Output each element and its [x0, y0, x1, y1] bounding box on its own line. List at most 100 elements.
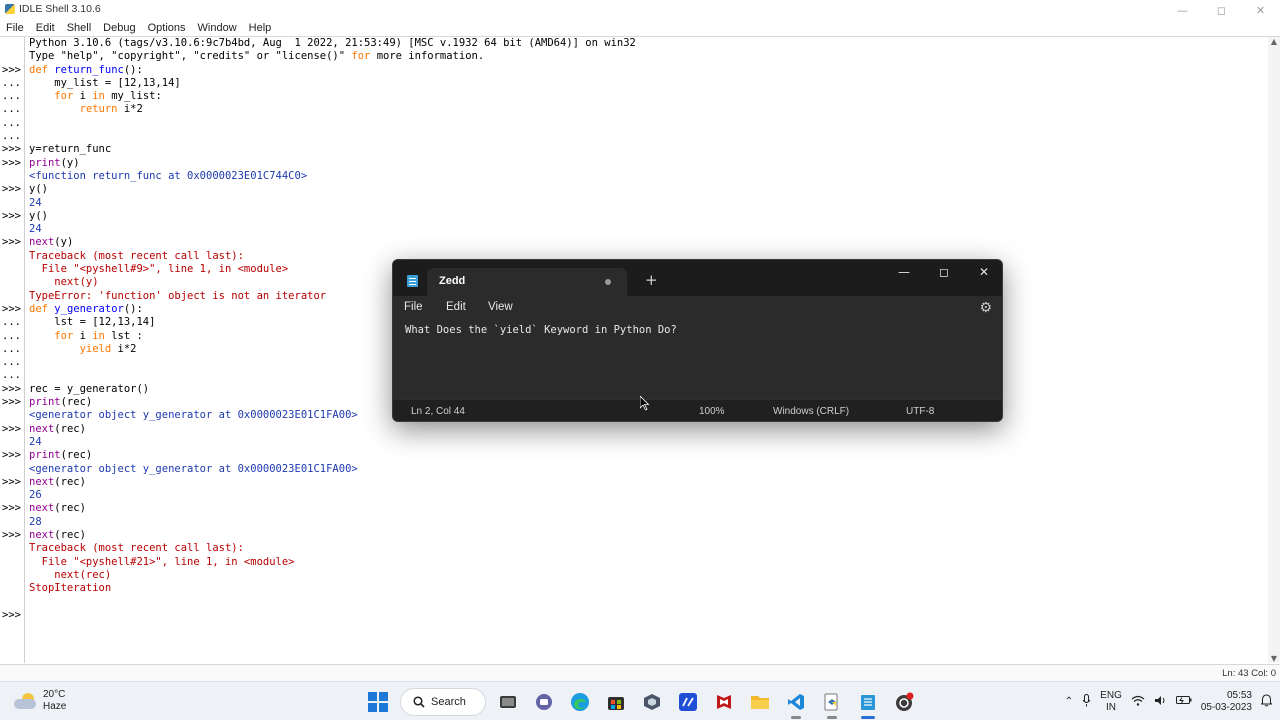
- maximize-icon[interactable]: ◻: [1202, 0, 1241, 20]
- unsaved-dot-icon[interactable]: [605, 279, 611, 285]
- idle-status-bar: Ln: 43 Col: 0: [0, 664, 1280, 681]
- shell-line-text: next(rec): [29, 528, 86, 541]
- shell-line-text: <generator object y_generator at 0x00000…: [29, 409, 358, 422]
- code-editor-icon[interactable]: [674, 688, 702, 716]
- notepad-content[interactable]: What Does the `yield` Keyword in Python …: [405, 324, 677, 336]
- menu-debug[interactable]: Debug: [97, 20, 141, 36]
- shell-prompt: >>>: [2, 382, 21, 395]
- notepad-menu-view[interactable]: View: [488, 301, 513, 313]
- language-indicator[interactable]: ENG IN: [1100, 690, 1122, 714]
- shell-line-text: Type "help", "copyright", "credits" or "…: [29, 50, 485, 63]
- chevron-up-icon[interactable]: ⌃: [1065, 696, 1073, 707]
- shell-line: >>> def return_func():: [0, 64, 1260, 77]
- teams-chat-icon[interactable]: [530, 688, 558, 716]
- shell-line-text: next(rec): [29, 568, 112, 581]
- tab-title: Zedd: [439, 275, 466, 287]
- notepad-menu-file[interactable]: File: [404, 301, 423, 313]
- shell-line-text: Python 3.10.6 (tags/v3.10.6:9c7b4bd, Aug…: [29, 37, 636, 49]
- notepad-zoom[interactable]: 100%: [699, 406, 725, 417]
- weather-widget[interactable]: 20°C Haze: [14, 689, 66, 713]
- battery-icon[interactable]: [1175, 695, 1192, 708]
- app-cube-icon[interactable]: [638, 688, 666, 716]
- windows-start-icon[interactable]: [364, 688, 392, 716]
- notepad-editor[interactable]: What Does the `yield` Keyword in Python …: [393, 320, 1002, 399]
- shell-line-text: 24: [29, 196, 42, 209]
- notepad-cursor-position: Ln 2, Col 44: [411, 406, 465, 417]
- shell-line-text: <generator object y_generator at 0x00000…: [29, 462, 358, 475]
- shell-line-text: next(y): [29, 276, 99, 289]
- shell-line: ... for i in my_list:: [0, 90, 1260, 103]
- edge-browser-icon[interactable]: [566, 688, 594, 716]
- notification-bell-icon[interactable]: [1260, 693, 1273, 710]
- shell-line: Type "help", "copyright", "credits" or "…: [0, 50, 1260, 63]
- notepad-line-ending[interactable]: Windows (CRLF): [773, 406, 849, 417]
- idle-python-icon[interactable]: [818, 688, 846, 719]
- shell-prompt: >>>: [2, 63, 21, 76]
- shell-prompt: >>>: [2, 528, 21, 541]
- minimize-icon[interactable]: —: [1163, 0, 1202, 20]
- menu-options[interactable]: Options: [142, 20, 192, 36]
- shell-line: >>> y(): [0, 210, 1260, 223]
- clock-time: 05:53: [1226, 689, 1252, 701]
- vscode-icon[interactable]: [782, 688, 810, 719]
- menu-window[interactable]: Window: [192, 20, 243, 36]
- microphone-icon[interactable]: [1082, 693, 1091, 710]
- notepad-maximize-icon[interactable]: ◻: [924, 260, 964, 284]
- obs-recording-icon[interactable]: [890, 688, 918, 716]
- gear-icon[interactable]: ⚙: [979, 300, 992, 316]
- notepad-encoding[interactable]: UTF-8: [906, 406, 934, 417]
- shell-line-text: y=return_func: [29, 143, 112, 156]
- shell-prompt: >>>: [2, 209, 21, 222]
- notepad-minimize-icon[interactable]: —: [884, 260, 924, 284]
- new-tab-icon[interactable]: +: [645, 271, 658, 289]
- shell-prompt: >>>: [2, 302, 21, 315]
- scroll-down-icon[interactable]: ▼: [1268, 654, 1280, 663]
- shell-line-text: print(rec): [29, 449, 93, 462]
- idle-window-title: IDLE Shell 3.10.6: [5, 3, 101, 15]
- vertical-scrollbar[interactable]: ▲ ▼: [1268, 37, 1280, 663]
- scroll-up-icon[interactable]: ▲: [1268, 37, 1280, 46]
- shell-line: ... return i*2: [0, 103, 1260, 116]
- shell-line-text: print(y): [29, 156, 80, 169]
- notepad-window[interactable]: Zedd + — ◻ ✕ File Edit View ⚙ What Does …: [392, 259, 1003, 422]
- shell-line-text: def y_generator():: [29, 302, 143, 315]
- mcafee-icon[interactable]: [710, 688, 738, 716]
- shell-prompt: ...: [2, 329, 21, 342]
- notepad-menu-edit[interactable]: Edit: [446, 301, 466, 313]
- idle-menu-bar: File Edit Shell Debug Options Window Hel…: [0, 20, 1280, 36]
- store-icon[interactable]: [602, 688, 630, 716]
- tab-zedd[interactable]: Zedd: [427, 268, 627, 296]
- shell-line-text: yield i*2: [79, 342, 137, 355]
- shell-prompt: ...: [2, 342, 21, 355]
- close-icon[interactable]: ✕: [1241, 0, 1280, 20]
- menu-help[interactable]: Help: [243, 20, 278, 36]
- shell-line-text: File "<pyshell#21>", line 1, in <module>: [29, 555, 295, 568]
- weather-description: Haze: [43, 701, 67, 712]
- shell-line: >>>: [0, 609, 1260, 622]
- shell-line-text: my_list = [12,13,14]: [29, 76, 181, 89]
- shell-prompt: ...: [2, 356, 21, 369]
- system-clock[interactable]: 05:53 05-03-2023: [1201, 690, 1252, 714]
- menu-edit[interactable]: Edit: [30, 20, 61, 36]
- shell-line-text: StopIteration: [29, 582, 112, 595]
- shell-prompt: ...: [2, 76, 21, 89]
- shell-line-text: next(rec): [29, 502, 86, 515]
- shell-line: >>> next(y): [0, 236, 1260, 249]
- volume-icon[interactable]: [1154, 695, 1167, 709]
- notepad-icon[interactable]: [854, 688, 882, 719]
- task-view-icon[interactable]: [494, 688, 522, 716]
- shell-line-text: 24: [29, 435, 42, 448]
- shell-line: >>> print(y): [0, 157, 1260, 170]
- shell-line: >>> next(rec): [0, 502, 1260, 515]
- menu-file[interactable]: File: [0, 20, 30, 36]
- shell-prompt: ...: [2, 90, 21, 103]
- notepad-title-bar[interactable]: Zedd + — ◻ ✕: [393, 260, 1002, 296]
- shell-line: ... my_list = [12,13,14]: [0, 77, 1260, 90]
- shell-prompt: >>>: [2, 156, 21, 169]
- menu-shell[interactable]: Shell: [61, 20, 97, 36]
- shell-line-text: next(rec): [29, 475, 86, 488]
- file-explorer-icon[interactable]: [746, 688, 774, 716]
- taskbar-search[interactable]: Search: [400, 688, 486, 716]
- notepad-close-icon[interactable]: ✕: [964, 260, 1002, 284]
- wifi-icon[interactable]: [1131, 695, 1145, 709]
